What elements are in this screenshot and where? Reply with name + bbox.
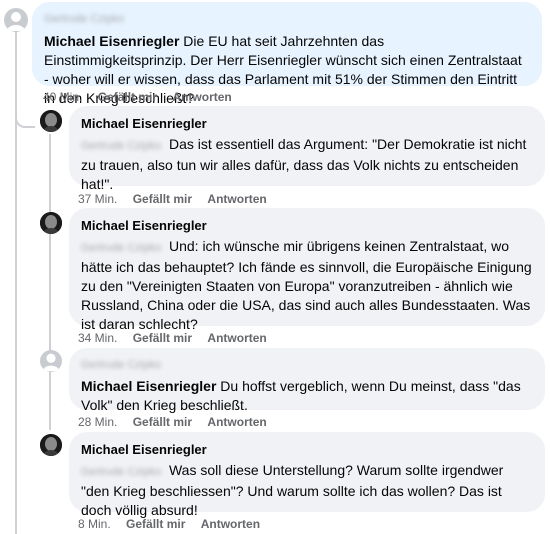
comment-time[interactable]: 40 Min. bbox=[43, 90, 82, 104]
like-button[interactable]: Gefällt mir bbox=[126, 517, 185, 531]
reply-button[interactable]: Antworten bbox=[207, 192, 266, 206]
profile-photo-icon bbox=[40, 212, 62, 234]
like-button[interactable]: Gefällt mir bbox=[133, 331, 192, 345]
comment-author[interactable]: Michael Eisenriegler bbox=[81, 440, 533, 459]
comment-time[interactable]: 37 Min. bbox=[78, 192, 117, 206]
comment-author[interactable]: Michael Eisenriegler bbox=[44, 33, 179, 49]
comment-time[interactable]: 28 Min. bbox=[78, 415, 117, 429]
comment-bubble: Michael Eisenriegler Gertrude Czipko Das… bbox=[69, 106, 545, 192]
comment-actions: 37 Min. Gefällt mir Antworten bbox=[78, 192, 279, 206]
comment-author[interactable]: Michael Eisenriegler bbox=[81, 114, 533, 133]
profile-photo-icon bbox=[40, 434, 62, 456]
comment-bubble: Michael Eisenriegler Gertrude Czipko Was… bbox=[69, 432, 545, 518]
reply-button[interactable]: Antworten bbox=[172, 90, 231, 104]
avatar[interactable] bbox=[40, 110, 62, 132]
thread-elbow bbox=[15, 112, 35, 128]
mention-name[interactable]: Gertrude Czipko bbox=[81, 140, 161, 152]
like-button[interactable]: Gefällt mir bbox=[98, 90, 157, 104]
comment-actions: 28 Min. Gefällt mir Antworten bbox=[78, 415, 279, 429]
avatar[interactable] bbox=[40, 434, 62, 456]
comment-author[interactable]: Michael Eisenriegler bbox=[81, 378, 216, 394]
mention-name[interactable]: Gertrude Czipko bbox=[81, 466, 161, 478]
comment-time[interactable]: 34 Min. bbox=[78, 331, 117, 345]
thread-line-main bbox=[15, 30, 17, 534]
default-avatar-icon bbox=[7, 12, 25, 31]
comment-bubble: Michael Eisenriegler Gertrude Czipko Und… bbox=[69, 208, 545, 332]
thread-line-replies bbox=[49, 234, 51, 352]
reply-button[interactable]: Antworten bbox=[207, 331, 266, 345]
comment-actions: 8 Min. Gefällt mir Antworten bbox=[78, 517, 272, 531]
mention-name[interactable]: Gertrude Czipko bbox=[81, 242, 161, 254]
comment-bubble: Gertrude Czipko Michael Eisenriegler Du … bbox=[69, 348, 545, 413]
comment-time[interactable]: 8 Min. bbox=[78, 517, 111, 531]
reply-button[interactable]: Antworten bbox=[201, 517, 260, 531]
reply-button[interactable]: Antworten bbox=[207, 415, 266, 429]
default-avatar-icon bbox=[42, 353, 60, 372]
comment-author[interactable]: Michael Eisenriegler bbox=[81, 216, 533, 235]
comment-actions: 34 Min. Gefällt mir Antworten bbox=[78, 331, 279, 345]
mention-name[interactable]: Gertrude Czipko bbox=[81, 356, 529, 375]
comment-actions: 40 Min. Gefällt mir Antworten bbox=[43, 90, 244, 104]
comment-bubble: Gertrude Czipko Michael Eisenriegler Die… bbox=[32, 2, 542, 106]
avatar[interactable] bbox=[40, 212, 62, 234]
like-button[interactable]: Gefällt mir bbox=[133, 415, 192, 429]
like-button[interactable]: Gefällt mir bbox=[133, 192, 192, 206]
avatar[interactable] bbox=[4, 8, 28, 32]
avatar[interactable] bbox=[40, 350, 62, 372]
thread-line-replies bbox=[49, 368, 51, 430]
profile-photo-icon bbox=[40, 110, 62, 132]
mention-name[interactable]: Gertrude Czipko bbox=[44, 10, 526, 29]
